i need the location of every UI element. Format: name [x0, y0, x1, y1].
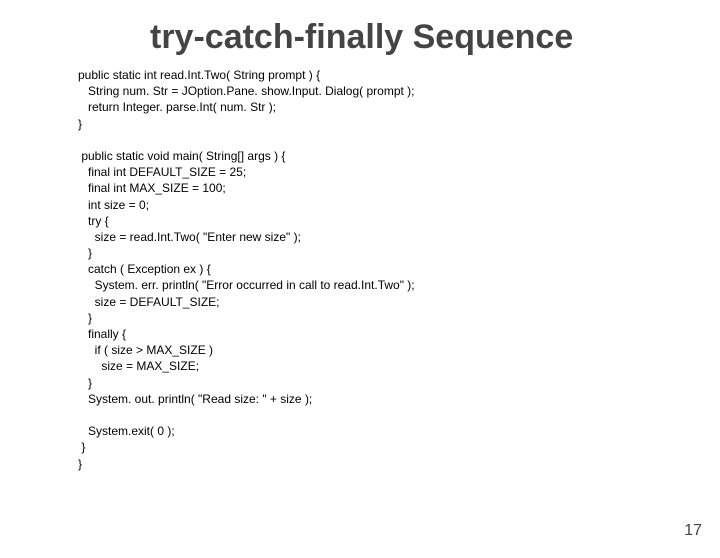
slide-title: try-catch-finally Sequence — [150, 18, 720, 57]
code-block: public static int read.Int.Two( String p… — [78, 67, 720, 472]
page-number: 17 — [684, 522, 702, 540]
